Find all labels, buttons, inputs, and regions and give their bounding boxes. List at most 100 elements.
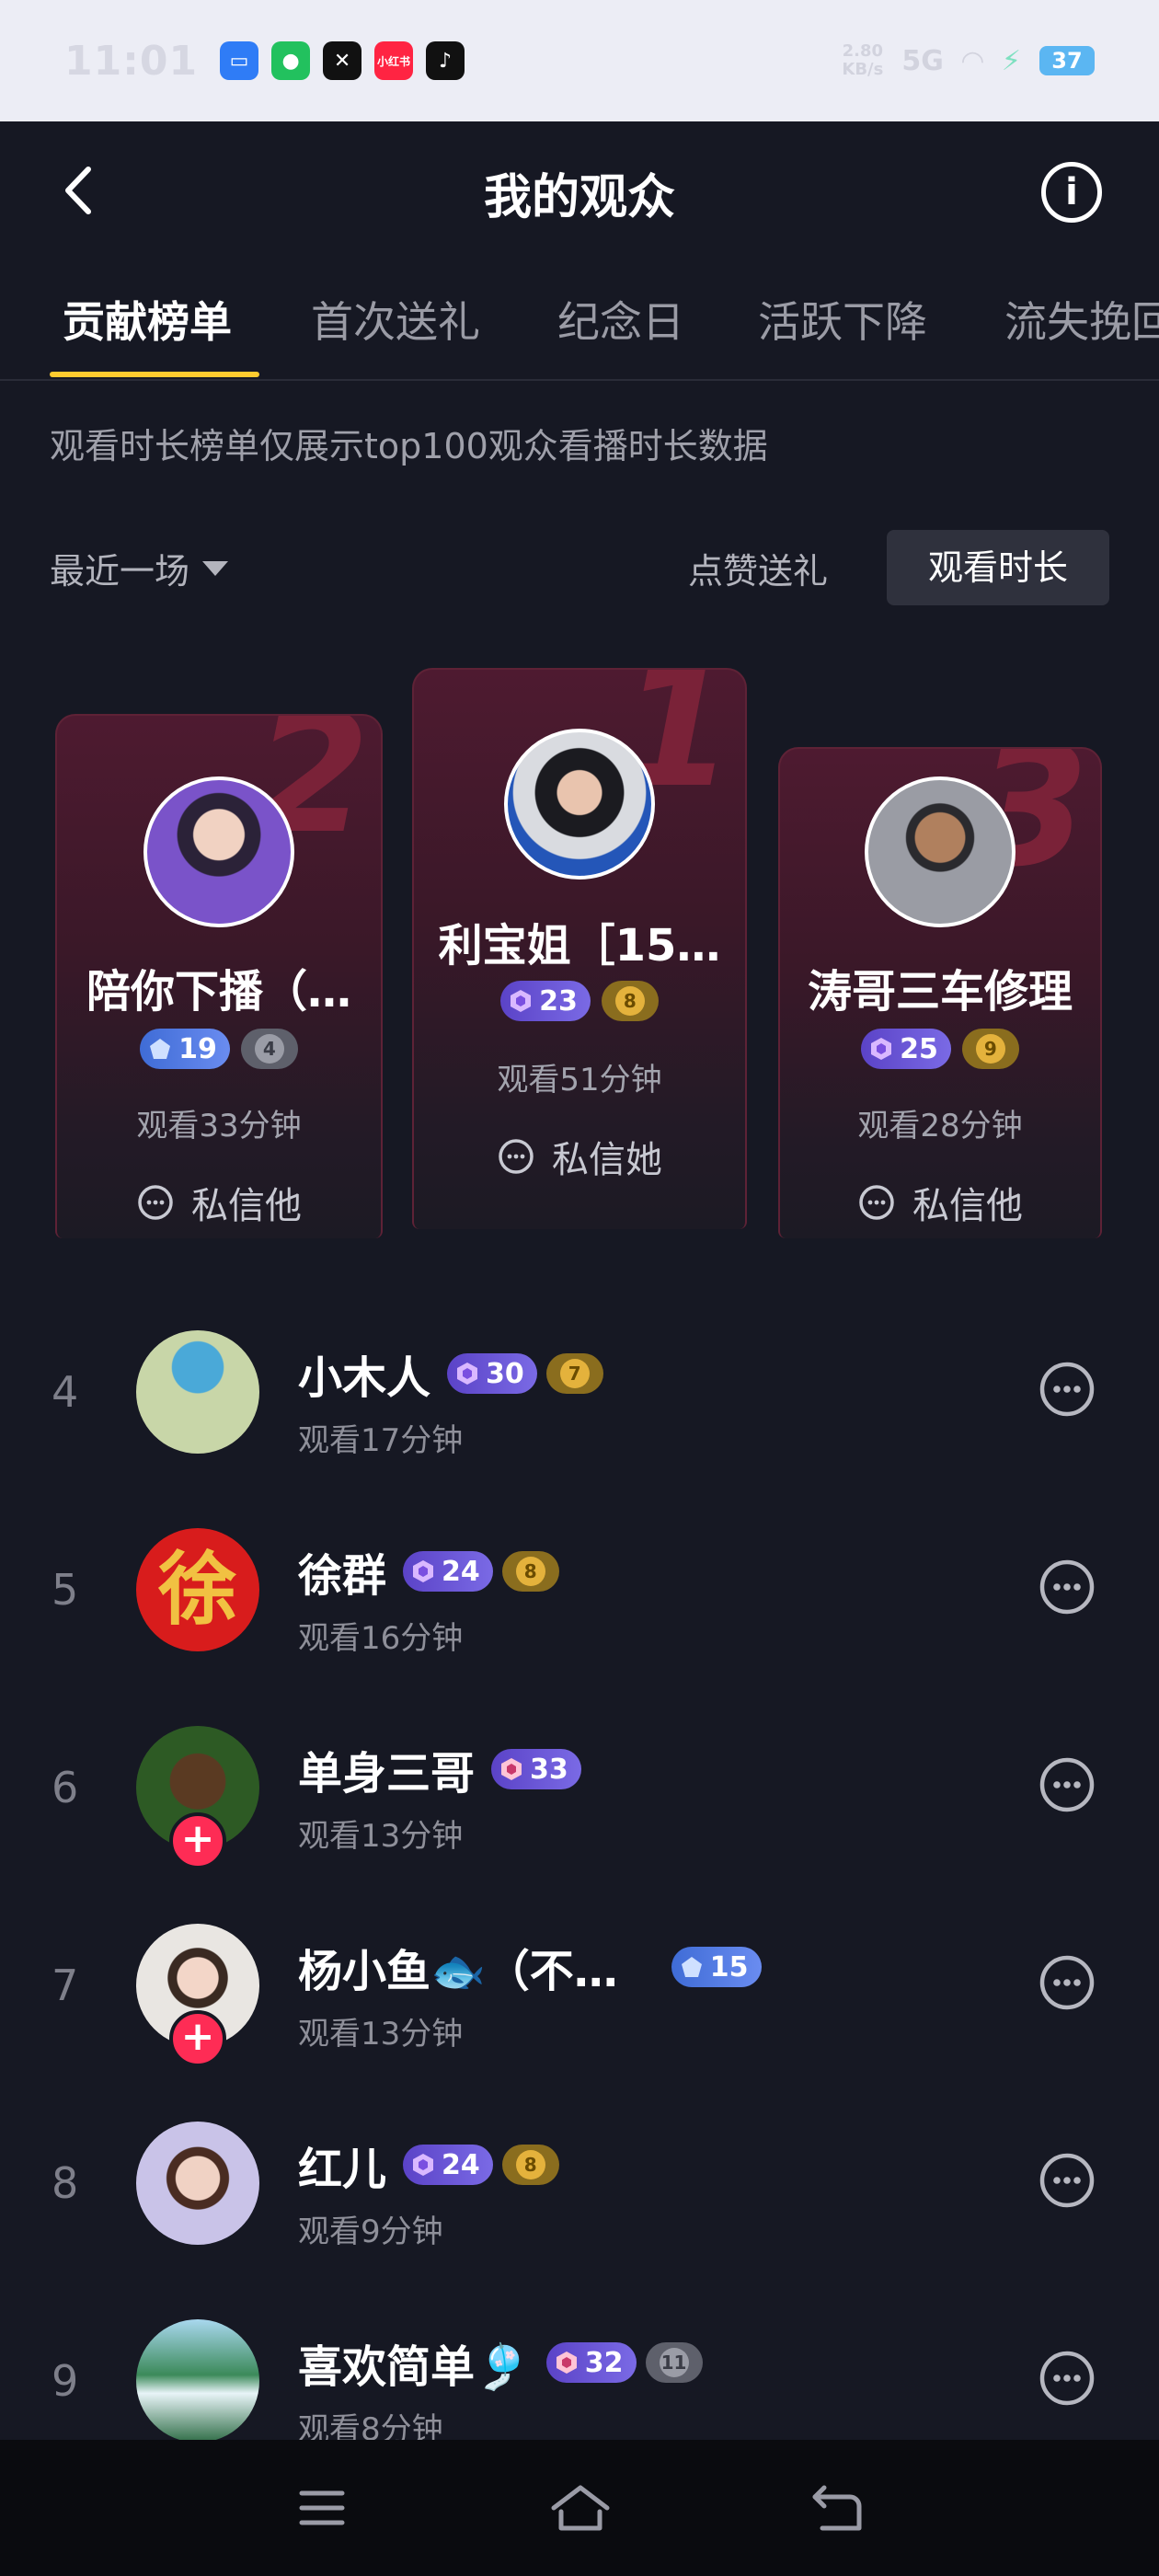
network-speed: 2.80 KB/s [842,41,884,79]
level-badge: 15 [671,1947,762,1987]
avatar[interactable] [136,2122,259,2245]
sort-watch-time[interactable]: 观看时长 [887,530,1109,605]
avatar[interactable] [865,776,1016,927]
menu-icon[interactable] [294,2480,350,2536]
battery-icon: 37 [1039,46,1095,75]
hexagon-gem-icon [457,1363,478,1385]
hexagon-gem-icon [501,1758,522,1780]
home-icon[interactable] [548,2480,613,2536]
sort-likes-gifts[interactable]: 点赞送礼 [688,543,828,593]
podium-card-1[interactable]: 1 利宝姐［15… 23 8 观看51分钟 私信她 [412,668,747,1229]
message-icon[interactable] [1038,2349,1096,2408]
avatar[interactable]: 徐 [136,1528,259,1651]
rank-number: 7 [52,1961,79,2010]
message-icon[interactable] [1038,2151,1096,2210]
message-icon[interactable] [1038,1360,1096,1419]
info-icon[interactable]: i [1041,162,1102,223]
heart-icon: 7 [559,1359,590,1388]
viewer-name: 徐群 [298,1550,387,1602]
chat-bubble-icon [859,1185,894,1220]
fan-badge: 8 [501,2145,559,2185]
watch-duration: 观看13分钟 [298,2016,464,2053]
message-button[interactable]: 私信他 [780,1176,1100,1229]
cast-icon: ▭ [220,41,259,80]
watch-duration: 观看13分钟 [298,1818,464,1855]
hexagon-gem-icon [871,1038,892,1060]
message-icon[interactable] [1038,1953,1096,2012]
viewer-name: 喜欢简单🎐 [298,2341,530,2393]
watch-duration: 观看17分钟 [298,1422,464,1459]
level-badge: 25 [861,1029,951,1069]
session-filter-label: 最近一场 [50,551,190,592]
badge-group: 23 8 [414,981,745,1021]
rank-number: 9 [52,2356,79,2406]
watch-duration: 观看51分钟 [497,1062,662,1098]
level-badge: 33 [491,1749,581,1789]
viewer-name: 杨小鱼🐟（不… [298,1946,618,1997]
tiktok-icon: ♪ [426,41,465,80]
level-badge: 24 [403,2145,493,2185]
badge-group: 19 4 [57,1029,381,1069]
list-item[interactable]: 7 + 杨小鱼🐟（不… 15 观看13分钟 [0,1889,1159,2087]
back-nav-icon[interactable] [809,2480,865,2536]
fan-badge: 8 [601,981,659,1021]
follow-plus-button[interactable]: + [169,1812,226,1869]
dropdown-caret-icon [202,560,229,576]
gem-icon [681,1957,702,1977]
page-title: 我的观众 [483,170,675,225]
fan-badge: 7 [545,1353,603,1394]
heart-icon: 8 [515,2150,545,2179]
hexagon-gem-icon [413,2154,434,2176]
list-item[interactable]: 6 + 单身三哥 33 观看13分钟 [0,1691,1159,1889]
status-bar: 11:01 ▭ ● ✕ 小红书 ♪ 2.80 KB/s 5G ◠ ⚡ 37 [0,0,1159,121]
watch-duration: 观看28分钟 [857,1108,1023,1144]
wifi-icon: ◠ [961,44,983,77]
system-nav-bar [0,2440,1159,2576]
podium-card-2[interactable]: 2 陪你下播（… 19 4 观看33分钟 私信他 [55,714,383,1238]
message-icon[interactable] [1038,1558,1096,1616]
session-filter[interactable]: 最近一场 [50,543,229,593]
avatar[interactable] [136,1330,259,1454]
chat-bubble-icon [138,1185,173,1220]
message-icon[interactable] [1038,1755,1096,1814]
chat-bubble-icon [499,1139,534,1174]
rank-number: 4 [52,1367,79,1417]
message-button[interactable]: 私信他 [57,1176,381,1229]
hexagon-gem-icon [413,1560,434,1582]
tab-bar: 贡献榜单 首次送礼 纪念日 活跃下降 流失挽回 [0,276,1159,381]
avatar[interactable] [143,776,294,927]
level-badge: 32 [545,2342,637,2383]
viewer-name: 红儿 [298,2144,387,2195]
fan-badge: 4 [240,1029,298,1069]
tab-first-gift[interactable]: 首次送礼 [311,289,480,350]
wechat-icon: ● [271,41,311,80]
avatar[interactable] [136,2319,259,2443]
heart-icon: 8 [515,1557,545,1586]
notification-icons: ▭ ● ✕ 小红书 ♪ [220,41,465,80]
heart-icon: 9 [975,1034,1005,1064]
tab-anniversary[interactable]: 纪念日 [557,289,684,350]
charging-icon: ⚡ [1001,44,1021,77]
hexagon-gem-icon [511,990,532,1012]
signal-5g-icon: 5G [901,44,944,77]
xiaohongshu-icon: 小红书 [374,41,414,80]
list-item[interactable]: 4 小木人 30 7 观看17分钟 [0,1295,1159,1493]
rank-number: 6 [52,1763,79,1812]
watch-duration: 观看9分钟 [298,2214,443,2250]
avatar[interactable] [504,729,655,880]
viewer-name: 陪你下播（… [86,966,351,1018]
heart-icon: 11 [659,2348,689,2377]
level-badge: 23 [500,981,591,1021]
tab-contribution[interactable]: 贡献榜单 [63,289,232,350]
list-item[interactable]: 8 红儿 24 8 观看9分钟 [0,2087,1159,2284]
level-badge: 30 [447,1353,537,1394]
podium-card-3[interactable]: 3 涛哥三车修理 25 9 观看28分钟 私信他 [778,747,1102,1238]
list-item[interactable]: 5 徐 徐群 24 8 观看16分钟 [0,1493,1159,1691]
tab-activity-drop[interactable]: 活跃下降 [758,289,927,350]
capcut-icon: ✕ [323,41,362,80]
follow-plus-button[interactable]: + [169,2010,226,2067]
active-tab-indicator [50,372,259,377]
tab-churn-recovery[interactable]: 流失挽回 [1004,289,1159,350]
message-button[interactable]: 私信她 [414,1130,745,1183]
gem-icon [150,1039,171,1059]
